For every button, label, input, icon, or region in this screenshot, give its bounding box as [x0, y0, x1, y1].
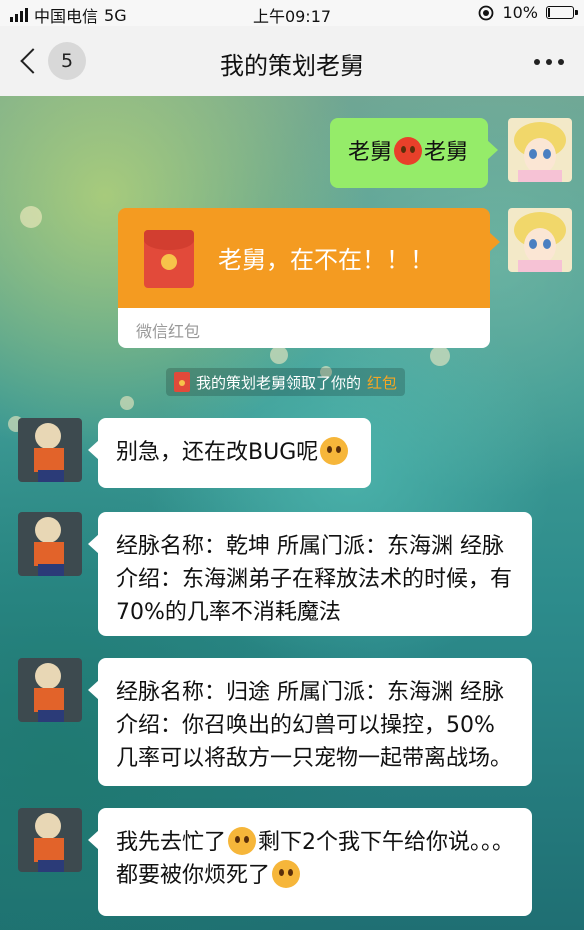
crying-face-emoji-icon	[228, 827, 257, 855]
message-text: 别急，还在改BUG呢	[116, 440, 319, 465]
fire-face-emoji-icon	[394, 137, 423, 165]
system-message-text: 我的策划老舅领取了你的	[196, 373, 362, 392]
system-message-link[interactable]: 红包	[367, 372, 397, 393]
anime-girl-avatar-icon	[508, 118, 572, 182]
contact-avatar[interactable]	[18, 658, 82, 722]
goku-figure-avatar-icon	[18, 418, 82, 482]
received-message[interactable]: 别急，还在改BUG呢	[88, 418, 371, 488]
message-text: 我先去忙了	[116, 830, 227, 855]
received-message[interactable]: 经脉名称：归途 所属门派：东海渊 经脉介绍：你召唤出的幻兽可以操控，50%几率可…	[88, 658, 532, 786]
more-dot-icon	[534, 59, 540, 65]
message-text: 经脉名称：乾坤 所属门派：东海渊 经脉介绍：东海渊弟子在释放法术的时候，有70%…	[116, 534, 513, 625]
message-text: 老舅	[348, 140, 393, 165]
red-packet-message: 老舅，在不在！！！	[218, 246, 434, 274]
more-options-button[interactable]	[534, 59, 564, 65]
chat-area[interactable]: 老舅 老舅 老舅，在不在！！！ 微信红包 我的策划老舅领取了你的 红包 别急，还…	[0, 96, 584, 930]
battery-percent: 10%	[502, 3, 538, 22]
more-dot-icon	[546, 59, 552, 65]
received-message[interactable]: 我先去忙了 剩下2个我下午给你说。。。都要被你烦死了	[88, 808, 532, 916]
battery-icon	[546, 6, 578, 19]
red-packet-label: 微信红包	[136, 322, 201, 341]
contact-avatar[interactable]	[18, 808, 82, 872]
goku-figure-avatar-icon	[18, 512, 82, 576]
contact-avatar[interactable]	[18, 512, 82, 576]
goku-figure-avatar-icon	[18, 808, 82, 872]
chat-title: 我的策划老舅	[220, 52, 364, 80]
crying-face-emoji-icon	[320, 437, 349, 465]
red-packet-card[interactable]: 老舅，在不在！！！ 微信红包	[118, 208, 490, 348]
contact-avatar[interactable]	[18, 418, 82, 482]
my-avatar[interactable]	[508, 118, 572, 182]
received-message[interactable]: 经脉名称：乾坤 所属门派：东海渊 经脉介绍：东海渊弟子在释放法术的时候，有70%…	[88, 512, 532, 636]
message-text: 老舅	[424, 140, 469, 165]
message-text: 经脉名称：归途 所属门派：东海渊 经脉介绍：你召唤出的幻兽可以操控，50%几率可…	[116, 680, 513, 771]
my-avatar[interactable]	[508, 208, 572, 272]
system-message: 我的策划老舅领取了你的 红包	[166, 368, 406, 396]
bubble-tail	[489, 232, 500, 252]
location-icon	[479, 5, 494, 20]
more-dot-icon	[558, 59, 564, 65]
crying-face-emoji-icon	[272, 860, 301, 888]
red-packet-icon	[144, 230, 194, 288]
red-packet-small-icon	[174, 372, 190, 392]
anime-girl-avatar-icon	[508, 208, 572, 272]
goku-figure-avatar-icon	[18, 658, 82, 722]
status-bar: 中国电信 5G 上午09:17 10%	[0, 0, 584, 26]
chat-header: 5 我的策划老舅	[0, 26, 584, 96]
sent-message[interactable]: 老舅 老舅	[330, 118, 498, 188]
